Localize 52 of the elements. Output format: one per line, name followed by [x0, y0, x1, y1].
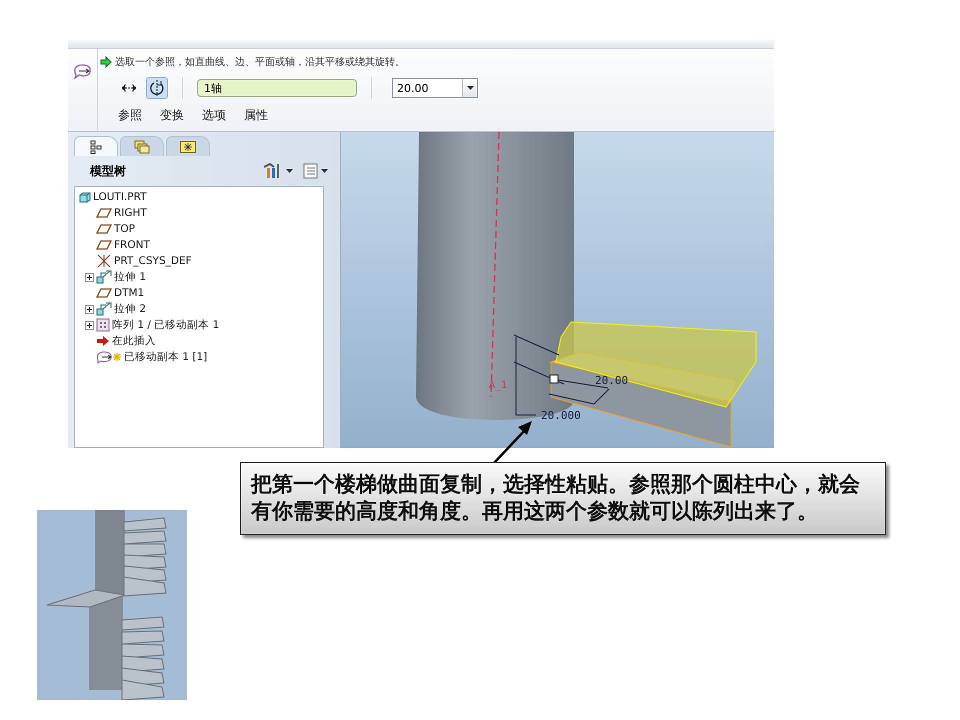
move-arrows-icon [122, 84, 136, 92]
folders-icon [134, 140, 150, 154]
pattern-icon [96, 318, 110, 332]
tree-item[interactable]: FRONT [114, 239, 150, 251]
plane-icon [96, 240, 112, 250]
extrude-icon [96, 270, 112, 284]
plane-icon [96, 208, 112, 218]
tree-item[interactable]: TOP [114, 223, 136, 235]
expand-icon[interactable] [85, 304, 94, 314]
panel-tab[interactable]: 参照 [118, 107, 142, 124]
height-value: 20.000 [541, 409, 581, 422]
caret-icon [321, 169, 328, 173]
extrude-icon [96, 302, 112, 316]
rotate-icon [150, 80, 164, 96]
navigator-tab[interactable] [74, 136, 118, 156]
angle-value: 20.00 [595, 374, 628, 387]
reference-field[interactable]: 1轴 [197, 79, 357, 97]
panel-tab[interactable]: 变换 [160, 107, 184, 124]
arrow-icon [96, 335, 110, 347]
panel-tab[interactable]: 选项 [202, 107, 226, 124]
arrow-icon [100, 56, 112, 68]
tree-item[interactable]: 阵列 1 / 已移动副本 1 [112, 318, 220, 332]
axis-label: A_1 [489, 380, 508, 391]
part-icon [79, 192, 91, 202]
panel-title: 模型树 [90, 162, 126, 180]
rotate-mode-button[interactable] [146, 77, 168, 99]
amount-field[interactable]: 20.00 [393, 79, 462, 97]
tree-icon [90, 140, 102, 154]
list-options-button[interactable] [303, 163, 328, 179]
tools-button[interactable] [262, 163, 293, 179]
tree-item[interactable]: RIGHT [114, 207, 147, 219]
caret-icon [286, 169, 293, 173]
panel-tab[interactable]: 属性 [244, 107, 268, 124]
prompt-message: 选取一个参照，如直曲线、边、平面或轴，沿其平移或绕其旋转。 [115, 56, 405, 69]
csys-icon [96, 254, 112, 268]
tree-item[interactable]: PRT_CSYS_DEF [114, 255, 192, 267]
expand-icon[interactable] [85, 320, 94, 330]
star-folder-icon [180, 140, 196, 152]
amount-combo[interactable]: 20.00 [392, 78, 478, 98]
tree-item[interactable]: LOUTI.PRT [93, 191, 147, 203]
expand-icon[interactable] [85, 272, 94, 282]
tree-item[interactable]: 在此插入 [112, 334, 156, 348]
plane-icon [96, 288, 112, 298]
tree-item[interactable]: 已移动副本 1 [1] [124, 350, 208, 364]
callout-note: 把第一个楼梯做曲面复制，选择性粘贴。参照那个圆柱中心，就会有你需要的高度和角度。再用这两个参数就可以陈列出来了。 [240, 462, 886, 535]
dropdown-button[interactable] [462, 79, 477, 97]
caret-icon [466, 86, 474, 90]
plane-icon [96, 224, 112, 234]
tree-item[interactable]: DTM1 [114, 287, 144, 299]
tree-item[interactable]: 拉伸 2 [114, 302, 146, 316]
tree-item[interactable]: 拉伸 1 [114, 270, 146, 284]
drag-handle[interactable] [550, 374, 558, 384]
